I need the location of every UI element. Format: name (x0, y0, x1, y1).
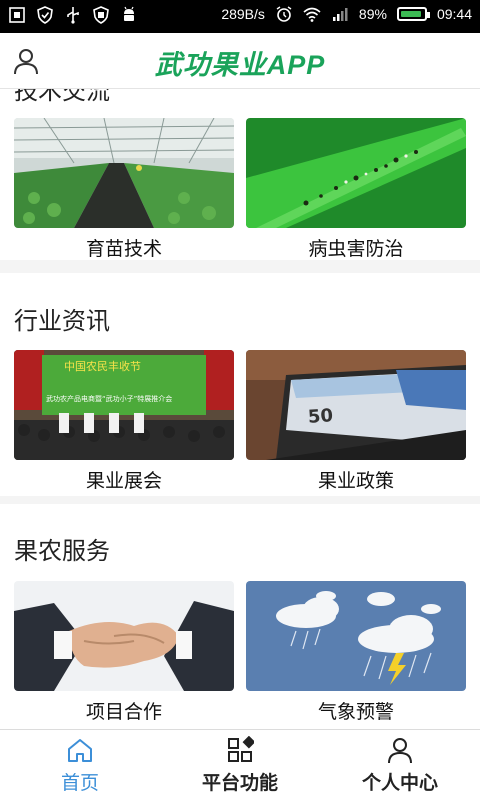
person-icon (388, 738, 412, 764)
alarm-icon (276, 6, 292, 22)
card-pest-control[interactable]: 病虫害防治 (246, 118, 466, 261)
section-farmer-services: 果农服务 项目合作 气象预警 (0, 504, 480, 729)
status-right: 289B/s 89% 09:44 (221, 5, 472, 23)
card-label: 育苗技术 (85, 238, 162, 260)
nav-label: 个人中心 (361, 772, 438, 794)
expo-image: 中国农民丰收节 武功农产品电商暨“武功小子”特展推介会 (14, 350, 234, 460)
status-left-icons (8, 6, 138, 24)
card-fruit-policy[interactable]: 50 果业政策 (246, 350, 466, 493)
section-industry-news: 行业资讯 中国农民丰收节 武功农产品电商暨“武功小子”特展推介会 果业展会 50… (0, 273, 480, 496)
usb-icon (67, 7, 79, 24)
card-seedling-tech[interactable]: 育苗技术 (14, 118, 234, 261)
banknote-value: 50 (307, 405, 334, 428)
card-label: 项目合作 (85, 701, 162, 723)
screenshot-icon (9, 7, 25, 23)
card-project-cooperation[interactable]: 项目合作 (14, 581, 234, 724)
card-fruit-expo[interactable]: 中国农民丰收节 武功农产品电商暨“武功小子”特展推介会 果业展会 (14, 350, 234, 493)
expo-banner-subtitle: 武功农产品电商暨“武功小子”特展推介会 (46, 395, 173, 403)
card-label: 果业展会 (85, 470, 162, 492)
shield-check-icon (93, 6, 109, 24)
clock: 09:44 (436, 6, 472, 22)
android-icon (124, 6, 134, 21)
battery-percent: 89% (358, 6, 387, 22)
battery-icon (396, 7, 430, 21)
section-title: 技术交流 (14, 88, 110, 105)
nav-personal-center[interactable]: 个人中心 (320, 730, 480, 801)
nav-label: 平台功能 (201, 772, 278, 794)
card-label: 气象预警 (317, 701, 394, 723)
nav-platform-functions[interactable]: 平台功能 (160, 730, 320, 801)
section-tech-exchange: 技术交流 育苗技术 病虫害防治 (0, 88, 480, 260)
card-label: 病虫害防治 (308, 238, 404, 260)
battery-fill (400, 11, 421, 17)
bottom-nav: 首页 平台功能 个人中心 (0, 729, 480, 801)
grid-icon (228, 736, 254, 762)
app-title: 武功果业APP (154, 50, 326, 80)
greenhouse-image (14, 118, 234, 228)
network-speed: 289B/s (221, 6, 265, 22)
expo-banner-title: 中国农民丰收节 (64, 360, 141, 373)
handshake-image (14, 581, 234, 691)
nav-home[interactable]: 首页 (0, 730, 160, 801)
leaf-pests-image (246, 118, 466, 228)
storm-weather-image (246, 581, 466, 691)
wallet-scene (246, 350, 466, 460)
card-label: 果业政策 (317, 470, 394, 492)
status-bar: 289B/s 89% 09:44 (0, 0, 480, 33)
nav-label: 首页 (60, 772, 99, 794)
section-title: 行业资讯 (14, 307, 110, 335)
section-title: 果农服务 (14, 537, 110, 565)
shield-icon (37, 6, 53, 24)
home-icon (68, 739, 92, 762)
app-header: 武功果业APP (0, 33, 480, 89)
wallet-money-image: 50 (246, 350, 466, 460)
wifi-icon (303, 7, 321, 22)
main-content[interactable]: 技术交流 育苗技术 病虫害防治 行业资讯 中国农民丰收节 武功农产品电商暨“武功… (0, 88, 480, 729)
card-weather-warning[interactable]: 气象预警 (246, 581, 466, 724)
signal-icon (332, 8, 348, 21)
